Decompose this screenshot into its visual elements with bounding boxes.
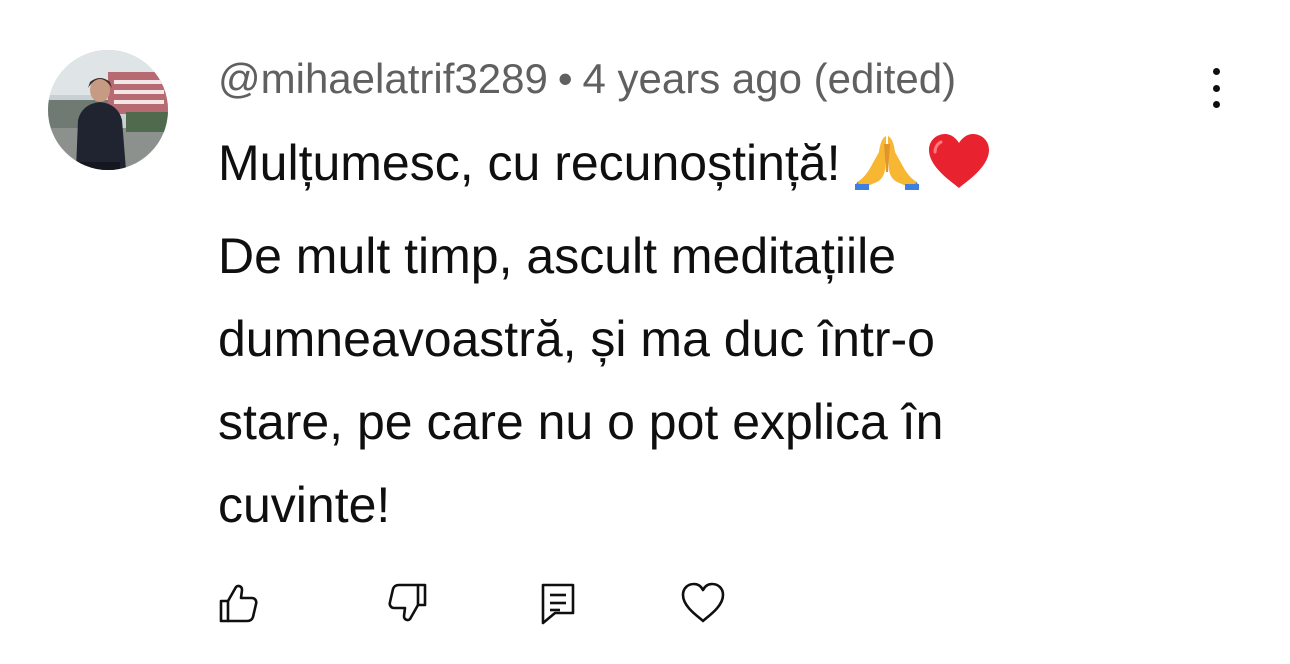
- dislike-button[interactable]: [382, 578, 432, 628]
- meta-separator: •: [557, 55, 573, 102]
- red-heart-emoji: [927, 132, 991, 215]
- comment-line: dumneavoastră, și ma duc într-o: [218, 311, 935, 367]
- author-handle[interactable]: @mihaelatrif3289: [218, 55, 548, 102]
- folded-hands-emoji: [854, 132, 919, 215]
- comment-line: cuvinte!: [218, 477, 391, 533]
- more-dot: [1212, 101, 1220, 108]
- avatar-photo: [48, 50, 168, 170]
- comment-line: Mulțumesc, cu recunoștință!: [218, 122, 1118, 215]
- heart-icon: [681, 582, 725, 623]
- heart-button[interactable]: [678, 578, 728, 628]
- reply-button[interactable]: [532, 578, 582, 628]
- comment-line: De mult timp, ascult meditațiile: [218, 228, 897, 284]
- reply-comment-icon: [541, 583, 575, 625]
- comment-line: stare, pe care nu o pot explica în: [218, 394, 944, 450]
- comment-line-text: Mulțumesc, cu recunoștință!: [218, 135, 841, 191]
- thumbs-up-icon: [219, 584, 258, 623]
- comment-body: Mulțumesc, cu recunoștință! De mult timp…: [218, 122, 1118, 547]
- more-options-button[interactable]: [1196, 66, 1236, 110]
- more-vertical-icon: [1212, 68, 1220, 75]
- comment-timestamp: 4 years ago (edited): [582, 55, 957, 102]
- like-button[interactable]: [214, 578, 264, 628]
- thumbs-down-icon: [388, 583, 427, 622]
- more-dot: [1212, 84, 1220, 92]
- comment-meta: @mihaelatrif3289 • 4 years ago (edited): [218, 54, 956, 104]
- avatar[interactable]: [48, 50, 168, 170]
